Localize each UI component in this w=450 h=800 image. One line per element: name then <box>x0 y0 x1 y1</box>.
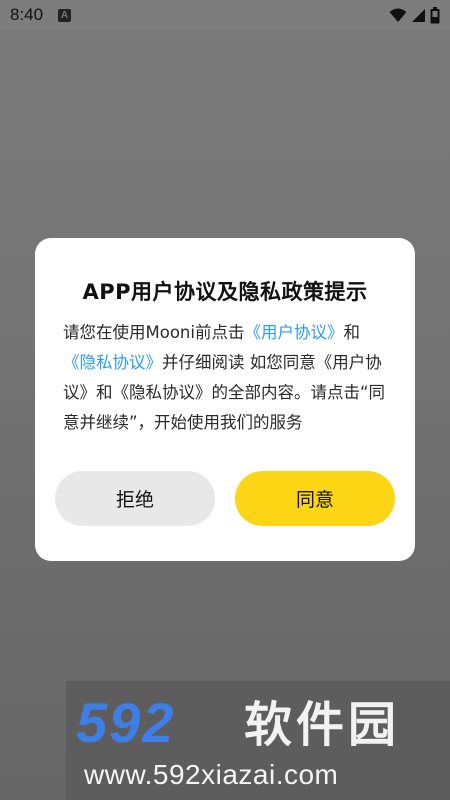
watermark-url: www.592xiazai.com <box>84 759 339 790</box>
body-text-2: 和 <box>343 323 360 342</box>
watermark: 592 软件园 www.592xiazai.com <box>66 681 450 800</box>
status-bar: 8:40 A <box>0 0 450 30</box>
dialog-body: 请您在使用Mooni前点击《用户协议》和《隐私协议》并仔细阅读 如您同意《用户协… <box>63 318 391 438</box>
watermark-logo-number: 592 <box>76 691 176 754</box>
privacy-agreement-link[interactable]: 《隐私协议》 <box>63 353 162 372</box>
battery-icon <box>430 6 440 24</box>
agree-button[interactable]: 同意 <box>235 471 395 526</box>
status-time: 8:40 <box>10 5 44 24</box>
watermark-logo-text: 软件园 <box>244 697 401 753</box>
status-icons <box>389 6 440 24</box>
dialog-title: APP用户协议及隐私政策提示 <box>82 280 368 304</box>
notification-icon: A <box>58 9 71 22</box>
body-text-1: 请您在使用Mooni前点击 <box>63 323 245 342</box>
user-agreement-link[interactable]: 《用户协议》 <box>244 323 343 342</box>
privacy-dialog: APP用户协议及隐私政策提示 请您在使用Mooni前点击《用户协议》和《隐私协议… <box>35 238 415 561</box>
signal-icon <box>411 8 426 23</box>
reject-button[interactable]: 拒绝 <box>55 471 215 526</box>
wifi-icon <box>389 8 407 23</box>
